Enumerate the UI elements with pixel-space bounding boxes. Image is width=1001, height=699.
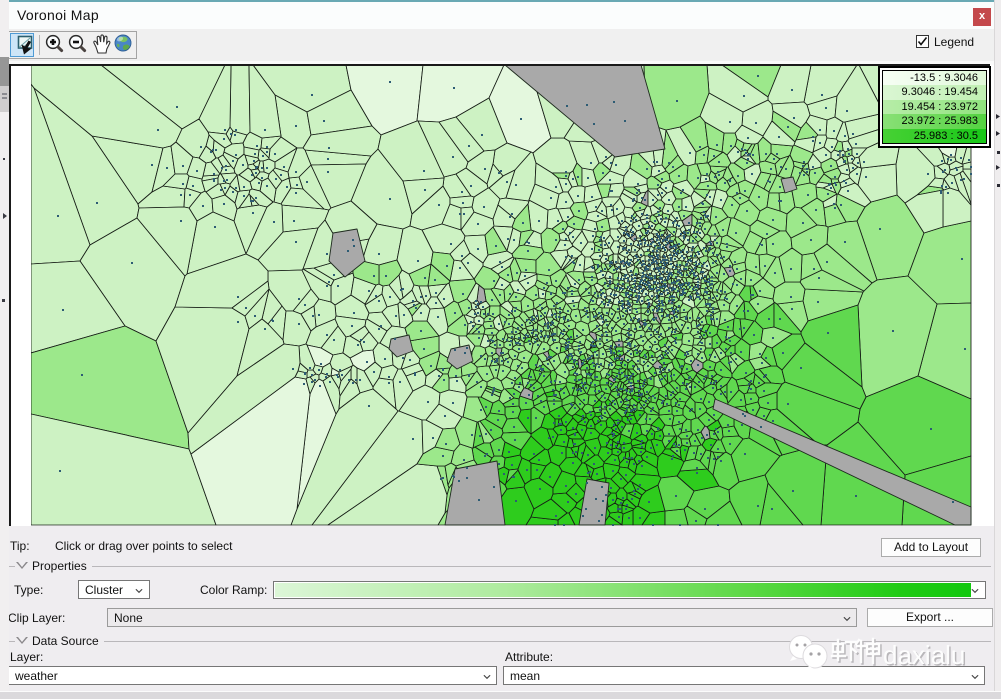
svg-text:daxialu: daxialu bbox=[883, 640, 965, 670]
